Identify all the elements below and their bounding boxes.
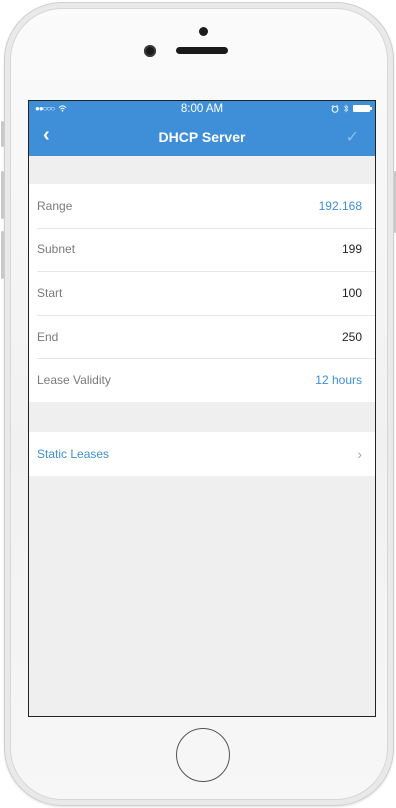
- setting-row-end[interactable]: End 250: [29, 314, 375, 359]
- setting-row-range[interactable]: Range 192.168: [29, 184, 375, 228]
- range-label: Range: [37, 198, 73, 213]
- alarm-icon: [331, 104, 339, 113]
- setting-row-subnet[interactable]: Subnet 199: [29, 227, 375, 272]
- setting-row-start[interactable]: Start 100: [29, 271, 375, 315]
- chevron-right-icon: ›: [357, 445, 362, 462]
- settings-group: Range 192.168 Subnet 199 Start 100 End 2…: [29, 184, 375, 402]
- bluetooth-icon: [343, 104, 349, 113]
- lease-validity-label: Lease Validity: [37, 373, 111, 388]
- volume-down-button: [1, 231, 4, 279]
- start-label: Start: [37, 285, 63, 300]
- static-leases-row[interactable]: Static Leases ›: [29, 432, 375, 476]
- status-indicators: [331, 104, 372, 113]
- home-button[interactable]: [176, 728, 230, 782]
- battery-icon: [353, 105, 372, 112]
- end-value[interactable]: 250: [342, 330, 362, 344]
- static-leases-group: Static Leases ›: [29, 431, 375, 476]
- navigation-bar: ‹ DHCP Server ✓: [29, 118, 375, 156]
- app-screen: ●●○○○ 8:00 AM ‹ DHCP Server ✓ Range 192.…: [28, 100, 376, 717]
- front-camera: [144, 45, 156, 57]
- volume-up-button: [1, 171, 4, 219]
- start-value[interactable]: 100: [342, 286, 362, 300]
- earpiece-speaker: [176, 47, 228, 54]
- static-leases-label: Static Leases: [37, 446, 110, 461]
- setting-row-lease-validity[interactable]: Lease Validity 12 hours: [29, 358, 375, 402]
- status-bar: ●●○○○ 8:00 AM: [29, 101, 375, 118]
- page-title: DHCP Server: [158, 129, 246, 145]
- subnet-label: Subnet: [37, 242, 76, 257]
- subnet-value[interactable]: 199: [342, 242, 362, 256]
- lease-validity-value[interactable]: 12 hours: [315, 373, 362, 387]
- range-value[interactable]: 192.168: [319, 199, 362, 213]
- proximity-sensor: [199, 27, 208, 36]
- status-time: 8:00 AM: [180, 103, 224, 115]
- done-checkmark-button[interactable]: ✓: [346, 127, 359, 147]
- end-label: End: [37, 329, 59, 344]
- mute-switch: [1, 121, 4, 147]
